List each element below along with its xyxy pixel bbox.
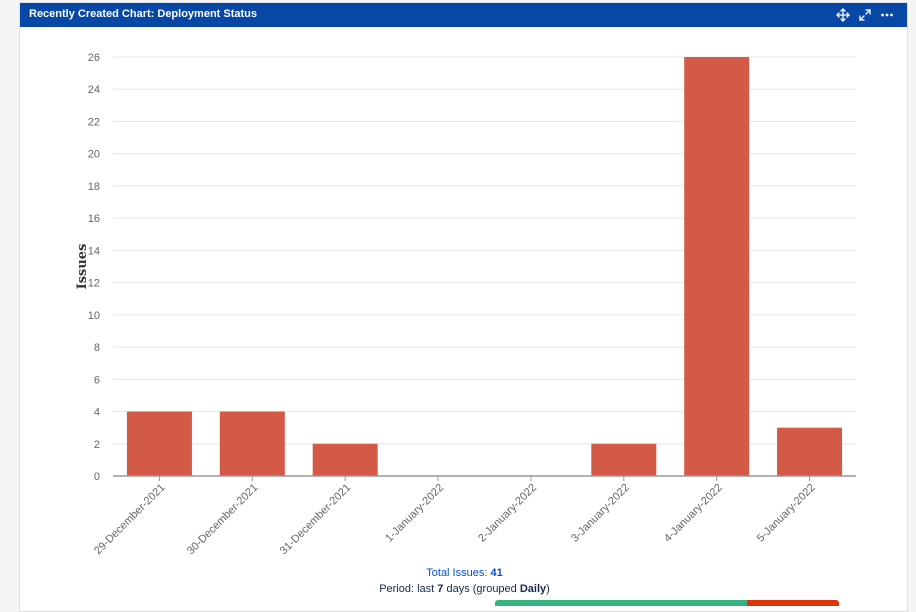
total-issues-label: Total Issues: — [426, 567, 491, 579]
total-issues: Total Issues: 41 — [20, 567, 909, 579]
status-bar-red — [747, 600, 839, 606]
y-tick-label: 16 — [88, 213, 100, 225]
bar — [591, 443, 657, 476]
x-tick-label: 30-December-2021 — [185, 482, 261, 558]
x-tick-label: 5-January-2022 — [755, 482, 818, 545]
x-tick-label: 31-December-2021 — [278, 482, 354, 558]
period-suffix: ) — [546, 583, 550, 595]
chart-gadget: Recently Created Chart: Deployment Statu… — [19, 2, 908, 612]
x-tick-label: 2-January-2022 — [476, 482, 539, 545]
bar — [219, 411, 285, 476]
bar — [777, 427, 843, 476]
y-tick-label: 18 — [88, 181, 100, 193]
bar — [126, 411, 192, 476]
y-axis-title: Issues — [75, 244, 90, 290]
y-tick-label: 0 — [94, 471, 100, 483]
y-tick-label: 10 — [88, 310, 100, 322]
y-tick-label: 26 — [88, 52, 100, 64]
period-info: Period: last 7 days (grouped Daily) — [20, 583, 909, 595]
y-tick-label: 2 — [94, 439, 100, 451]
x-tick-label: 29-December-2021 — [92, 482, 168, 558]
x-tick-label: 1-January-2022 — [383, 482, 446, 545]
y-tick-label: 4 — [94, 407, 100, 419]
bar — [684, 57, 750, 476]
total-issues-value[interactable]: 41 — [490, 567, 502, 579]
x-tick-label: 3-January-2022 — [569, 482, 632, 545]
status-bar — [495, 600, 839, 606]
y-tick-label: 24 — [88, 84, 100, 96]
status-bar-green — [495, 600, 747, 606]
period-middle: days (grouped — [443, 583, 520, 595]
bar — [312, 443, 378, 476]
y-tick-label: 20 — [88, 149, 100, 161]
x-tick-label: 4-January-2022 — [662, 482, 725, 545]
y-tick-label: 22 — [88, 116, 100, 128]
y-tick-label: 6 — [94, 374, 100, 386]
period-group: Daily — [519, 583, 547, 595]
period-prefix: Period: last — [379, 583, 438, 595]
bar-chart: 02468101214161820222426Issues29-December… — [75, 52, 856, 558]
y-tick-label: 8 — [94, 342, 100, 354]
